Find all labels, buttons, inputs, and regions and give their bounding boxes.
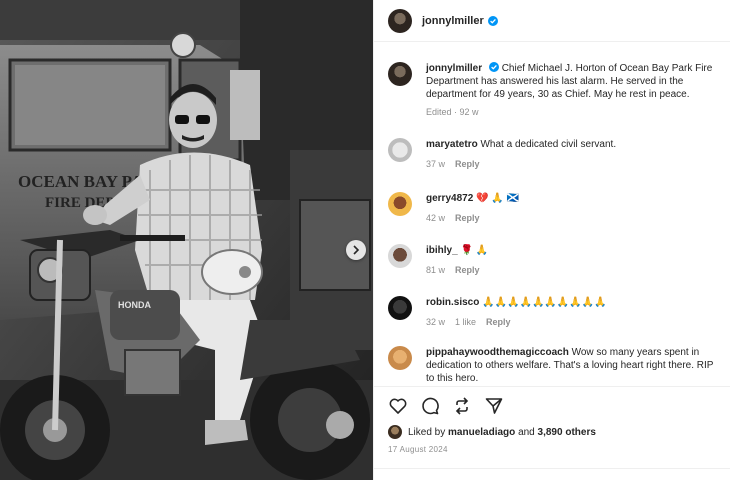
add-comment-bar[interactable] xyxy=(374,468,730,480)
post-actions: Liked by manueladiago and 3,890 others 1… xyxy=(374,386,730,454)
firefighter-photo: OCEAN BAY PARK FIRE DEPT HONDA xyxy=(0,0,373,480)
list-item: gerry4872 💔 🙏 🏴󠁧󠁢󠁳󠁣󠁴󠁿 42 w Reply xyxy=(388,192,718,225)
liker-avatar xyxy=(388,425,402,439)
chevron-right-icon xyxy=(353,245,360,255)
comment-text: 🌹 🙏 xyxy=(460,245,489,256)
verified-badge-icon xyxy=(487,15,498,26)
caption-meta: Edited · 92 w xyxy=(426,107,479,117)
post-photo: OCEAN BAY PARK FIRE DEPT HONDA xyxy=(0,0,373,480)
comment-age: 42 w xyxy=(426,213,446,223)
bike-badge: HONDA xyxy=(118,300,151,310)
likes-summary[interactable]: Liked by manueladiago and 3,890 others xyxy=(388,425,717,439)
comment-text: What a dedicated civil servant. xyxy=(480,139,617,150)
comments-list: jonnylmiller Chief Michael J. Horton of … xyxy=(374,52,730,382)
post-date: 17 August 2024 xyxy=(388,445,448,454)
comment-username[interactable]: maryatetro xyxy=(426,139,478,150)
commenter-avatar[interactable] xyxy=(388,138,412,162)
comment-age: 32 w xyxy=(426,317,446,327)
list-item: robin.sisco 🙏🙏🙏🙏🙏🙏🙏🙏🙏🙏 32 w 1 like Reply xyxy=(388,296,718,329)
reply-button[interactable]: Reply xyxy=(455,265,480,275)
likes-prefix: Liked by xyxy=(408,426,446,438)
reply-button[interactable]: Reply xyxy=(455,213,480,223)
caption-username[interactable]: jonnylmiller xyxy=(426,63,482,74)
post-header: jonnylmiller xyxy=(374,0,730,42)
comment-age: 81 w xyxy=(426,265,446,275)
comment-username[interactable]: gerry4872 xyxy=(426,193,473,204)
verified-badge-icon xyxy=(488,62,499,72)
next-photo-button[interactable] xyxy=(346,240,366,260)
commenter-avatar[interactable] xyxy=(388,296,412,320)
comment-username[interactable]: pippahaywoodthemagiccoach xyxy=(426,347,569,358)
heart-icon[interactable] xyxy=(388,396,408,416)
send-icon[interactable] xyxy=(484,396,504,416)
comment-likes[interactable]: 1 like xyxy=(455,317,476,327)
comment-text: 💔 🙏 🏴󠁧󠁢󠁳󠁣󠁴󠁿 xyxy=(476,193,519,204)
likes-and: and xyxy=(518,426,535,438)
comment-age: 37 w xyxy=(426,159,446,169)
author-avatar[interactable] xyxy=(388,8,412,33)
repost-icon[interactable] xyxy=(452,396,472,416)
reply-button[interactable]: Reply xyxy=(455,159,480,169)
comment-username[interactable]: robin.sisco xyxy=(426,297,479,308)
likes-count[interactable]: 3,890 others xyxy=(538,427,596,438)
comment-username[interactable]: ibihly_ xyxy=(426,245,458,256)
post-caption: jonnylmiller Chief Michael J. Horton of … xyxy=(388,62,718,119)
commenter-avatar[interactable] xyxy=(388,244,412,268)
commenter-avatar[interactable] xyxy=(388,346,412,370)
comment-icon[interactable] xyxy=(420,396,440,416)
author-avatar-small[interactable] xyxy=(388,62,412,86)
list-item: pippahaywoodthemagiccoach Wow so many ye… xyxy=(388,346,718,382)
comment-text: 🙏🙏🙏🙏🙏🙏🙏🙏🙏🙏 xyxy=(482,297,607,308)
list-item: maryatetro What a dedicated civil servan… xyxy=(388,138,718,171)
liker-username[interactable]: manueladiago xyxy=(448,427,515,438)
commenter-avatar[interactable] xyxy=(388,192,412,216)
post-panel: jonnylmiller jonnylmiller Chief Michael … xyxy=(373,0,730,480)
reply-button[interactable]: Reply xyxy=(486,317,511,327)
author-username[interactable]: jonnylmiller xyxy=(422,15,484,27)
list-item: ibihly_ 🌹 🙏 81 w Reply xyxy=(388,244,718,277)
